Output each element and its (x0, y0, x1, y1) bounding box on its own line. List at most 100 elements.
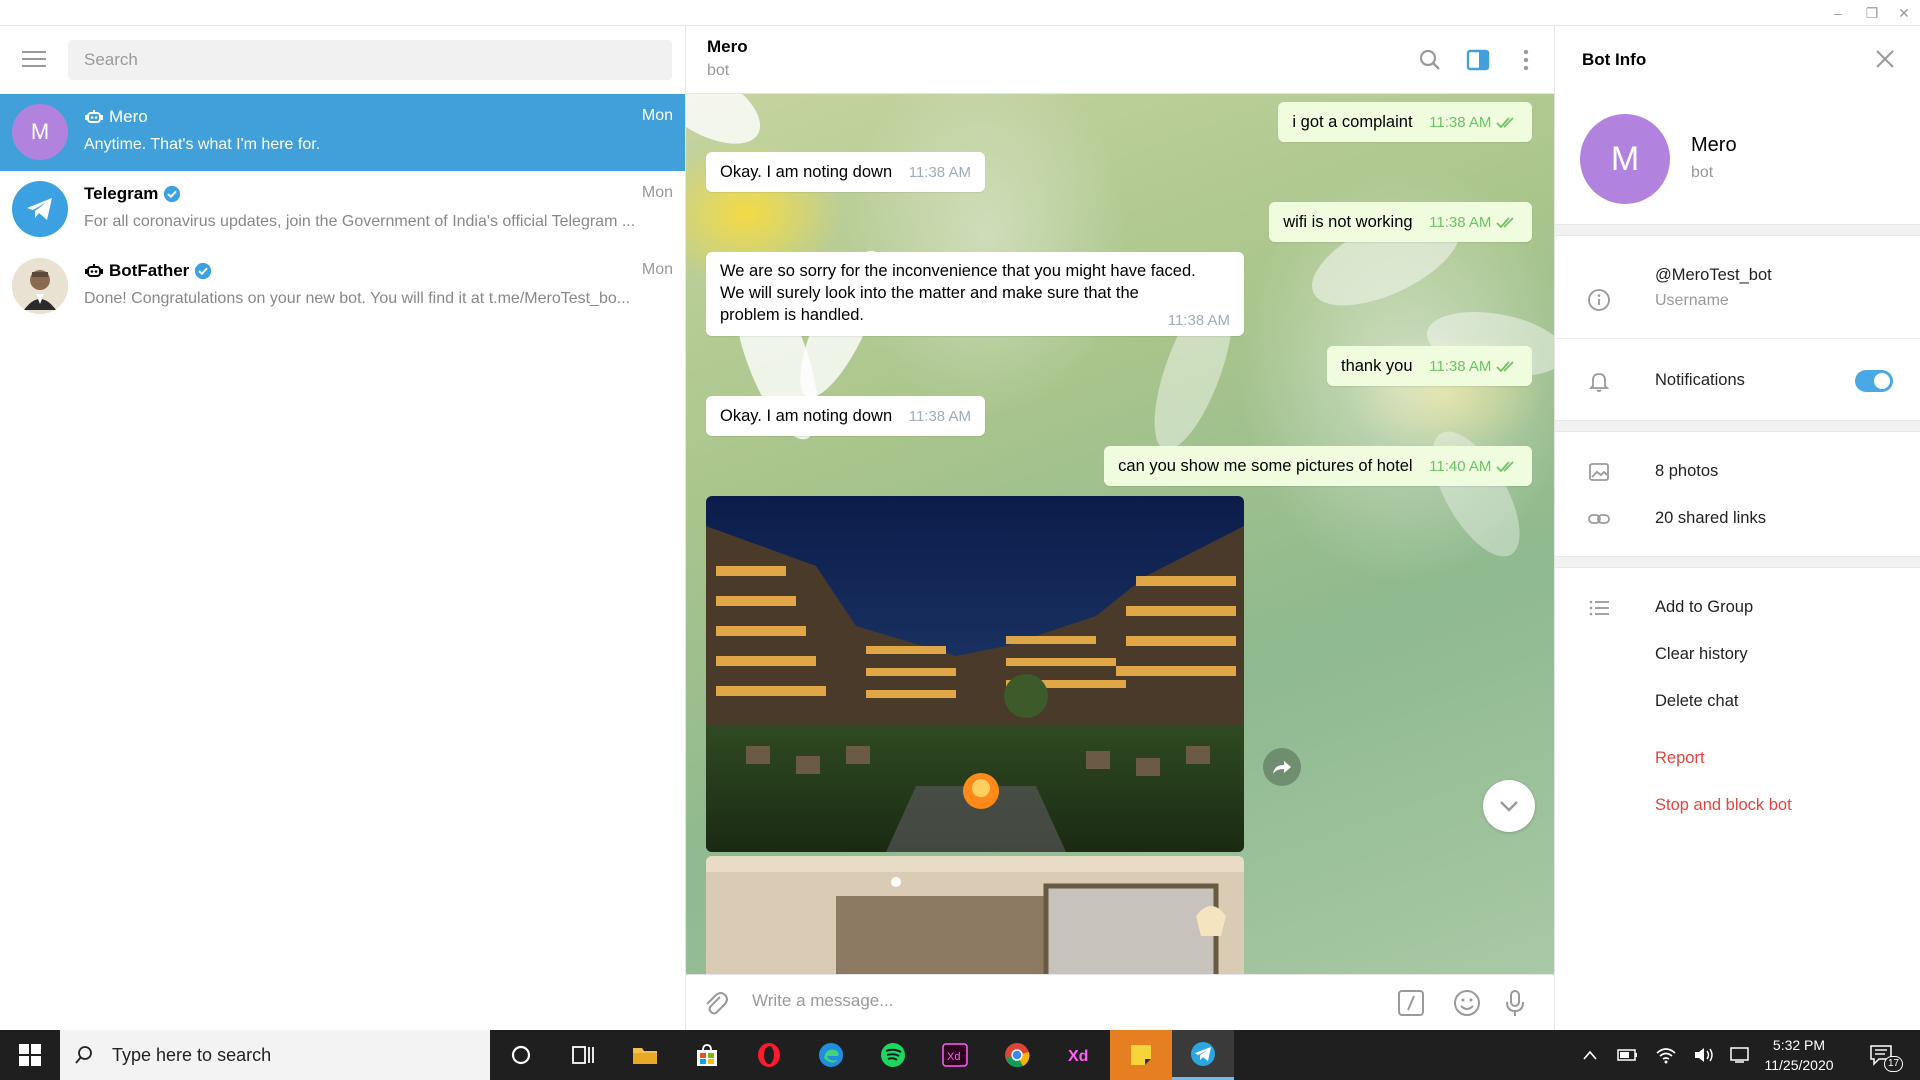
message-time: 11:38 AM (1429, 114, 1492, 131)
message-text: can you show me some pictures of hotel (1118, 457, 1413, 475)
search-input[interactable]: Search (68, 40, 672, 80)
list-icon (1589, 600, 1609, 616)
dialog-item-mero[interactable]: M Mero Mon Anytime. That's what I'm here… (0, 94, 685, 171)
message-line: We are so sorry for the inconvenience th… (720, 262, 1196, 280)
message-text: Okay. I am noting down (720, 163, 893, 181)
window-titlebar: – ❐ ✕ (0, 0, 1920, 26)
message-outgoing[interactable]: wifi is not working 11:38 AM (1269, 202, 1532, 242)
cortana-icon[interactable] (490, 1030, 552, 1080)
dialogs-header: Search (0, 26, 685, 94)
more-vertical-icon[interactable] (1512, 46, 1540, 74)
message-time: 11:38 AM (1167, 312, 1230, 329)
volume-icon[interactable] (1686, 1030, 1722, 1080)
taskbar-search-box[interactable]: Type here to search (60, 1030, 490, 1080)
divider (1555, 338, 1920, 339)
bell-icon (1588, 373, 1610, 392)
dialog-title: Telegram (84, 184, 159, 203)
battery-icon[interactable] (1610, 1030, 1646, 1080)
report-button[interactable]: Report (1655, 749, 1705, 768)
message-time: 11:38 AM (908, 164, 971, 181)
sidebar-toggle-icon[interactable] (1464, 46, 1492, 74)
windows-start-button[interactable] (0, 1030, 60, 1080)
message-outgoing[interactable]: thank you 11:38 AM (1326, 346, 1532, 386)
shared-photos-link[interactable]: 8 photos (1655, 462, 1718, 481)
dialog-item-botfather[interactable]: BotFather Mon Done! Congratulations on y… (0, 248, 685, 325)
background-petal (686, 94, 773, 160)
action-center-icon[interactable] (1722, 1030, 1758, 1080)
bot-icon (85, 264, 103, 277)
search-icon (75, 1046, 92, 1064)
message-incoming[interactable]: Okay. I am noting down 11:38 AM (706, 152, 985, 192)
add-to-group-button[interactable]: Add to Group (1655, 598, 1753, 617)
dialog-item-telegram[interactable]: Telegram Mon For all coronavirus updates… (0, 171, 685, 248)
file-explorer-icon[interactable] (614, 1030, 676, 1080)
message-line: problem is handled. (720, 306, 865, 324)
chevron-up-icon[interactable] (1572, 1030, 1608, 1080)
close-icon[interactable] (1874, 48, 1896, 70)
store-icon[interactable] (676, 1030, 738, 1080)
message-outgoing[interactable]: can you show me some pictures of hotel 1… (1104, 446, 1532, 486)
hotel-photo[interactable] (706, 496, 1244, 852)
panel-title: Bot Info (1582, 50, 1647, 69)
dialog-time: Mon (641, 107, 673, 124)
xd-icon[interactable]: Xd (1048, 1030, 1110, 1080)
verified-icon (195, 262, 212, 280)
forward-icon[interactable] (1263, 748, 1301, 786)
sticky-notes-icon[interactable] (1110, 1030, 1172, 1080)
task-view-icon[interactable] (552, 1030, 614, 1080)
taskbar: Type here to search Xd Xd 5:32 PM 11/25/… (0, 1030, 1920, 1080)
taskbar-clock[interactable]: 5:32 PM 11/25/2020 (1754, 1035, 1844, 1075)
telegram-taskbar-icon[interactable] (1172, 1030, 1234, 1080)
link-icon (1588, 514, 1610, 524)
minimize-button[interactable]: – (1828, 4, 1848, 22)
chat-messages[interactable]: i got a complaint 11:38 AM Okay. I am no… (686, 94, 1554, 974)
microphone-icon[interactable] (1500, 988, 1530, 1018)
scroll-down-button[interactable] (1483, 780, 1535, 832)
hotel-photo[interactable] (706, 856, 1244, 974)
spotify-icon[interactable] (862, 1030, 924, 1080)
stop-and-block-button[interactable]: Stop and block bot (1655, 796, 1792, 815)
dialog-preview: Done! Congratulations on your new bot. Y… (84, 290, 631, 307)
attach-icon[interactable] (700, 988, 730, 1018)
wifi-icon[interactable] (1648, 1030, 1684, 1080)
message-incoming[interactable]: We are so sorry for the inconvenience th… (706, 252, 1244, 336)
xd-dark-icon[interactable]: Xd (924, 1030, 986, 1080)
search-icon[interactable] (1416, 46, 1444, 74)
message-outgoing[interactable]: i got a complaint 11:38 AM (1278, 102, 1532, 142)
close-window-button[interactable]: ✕ (1894, 4, 1914, 22)
profile-subtitle: bot (1691, 164, 1714, 181)
divider (1555, 224, 1920, 236)
chat-title[interactable]: Mero (707, 37, 748, 57)
delete-chat-button[interactable]: Delete chat (1655, 692, 1738, 711)
dialog-preview: Anytime. That's what I'm here for. (84, 136, 321, 153)
message-time: 11:38 AM (1429, 358, 1492, 375)
avatar[interactable]: M (1580, 114, 1670, 204)
emoji-icon[interactable] (1452, 988, 1482, 1018)
message-composer: Write a message... (686, 974, 1554, 1030)
notifications-icon[interactable]: 17 (1862, 1030, 1904, 1080)
dialog-time: Mon (641, 261, 673, 278)
message-incoming[interactable]: Okay. I am noting down 11:38 AM (706, 396, 985, 436)
chrome-icon[interactable] (986, 1030, 1048, 1080)
shared-links-link[interactable]: 20 shared links (1655, 509, 1766, 528)
menu-icon[interactable] (22, 51, 46, 69)
bot-info-panel: Bot Info M Mero bot @MeroTest_bot Userna… (1554, 26, 1920, 1030)
notifications-label: Notifications (1655, 371, 1745, 389)
username-value[interactable]: @MeroTest_bot (1655, 266, 1772, 285)
background-petal (1415, 418, 1537, 570)
botfather-avatar (12, 258, 68, 314)
notifications-toggle[interactable] (1855, 370, 1893, 392)
clear-history-button[interactable]: Clear history (1655, 645, 1748, 664)
bot-commands-icon[interactable] (1396, 988, 1426, 1018)
message-time: 11:40 AM (1429, 458, 1492, 475)
message-time: 11:38 AM (908, 408, 971, 425)
dialog-preview: For all coronavirus updates, join the Go… (84, 213, 636, 230)
clock-date: 11/25/2020 (1764, 1057, 1834, 1073)
edge-icon[interactable] (800, 1030, 862, 1080)
message-text: wifi is not working (1283, 213, 1413, 231)
bot-icon (85, 110, 103, 123)
opera-icon[interactable] (738, 1030, 800, 1080)
message-input[interactable]: Write a message... (752, 991, 893, 1011)
avatar: M (12, 104, 68, 160)
restore-button[interactable]: ❐ (1862, 4, 1882, 22)
